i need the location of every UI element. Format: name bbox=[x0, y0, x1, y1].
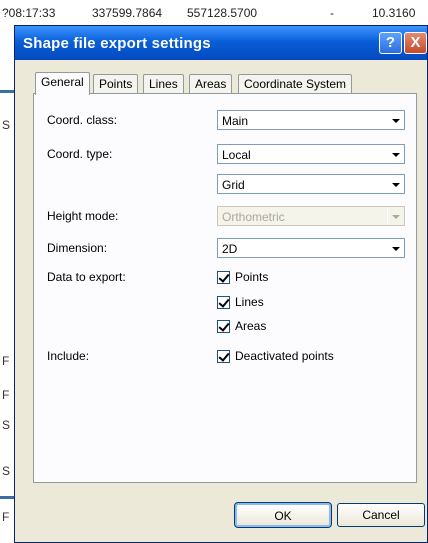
deactivated-points-label[interactable]: Deactivated points bbox=[235, 349, 334, 363]
bg-left-letter: S bbox=[2, 118, 11, 132]
include-label: Include: bbox=[47, 349, 90, 363]
coord-class-label: Coord. class: bbox=[47, 113, 118, 127]
chevron-down-icon bbox=[387, 208, 403, 224]
coord-type-value: Local bbox=[222, 148, 251, 162]
coord-class-select[interactable]: Main bbox=[217, 110, 405, 130]
bg-easting-cell: 337599.7864 bbox=[92, 6, 163, 20]
coord-subtype-select[interactable]: Grid bbox=[217, 174, 405, 194]
dialog-title: Shape file export settings bbox=[23, 35, 211, 52]
lines-checkbox[interactable] bbox=[217, 296, 230, 309]
lines-checkbox-label[interactable]: Lines bbox=[235, 295, 264, 309]
chevron-down-icon[interactable] bbox=[387, 240, 403, 256]
data-to-export-label: Data to export: bbox=[47, 270, 126, 284]
bg-left-letter: F bbox=[2, 510, 10, 524]
tab-areas[interactable]: Areas bbox=[189, 74, 233, 94]
height-mode-label: Height mode: bbox=[47, 209, 119, 223]
cancel-button[interactable]: Cancel bbox=[337, 503, 425, 527]
areas-checkbox[interactable] bbox=[217, 320, 230, 333]
bg-dash-cell: - bbox=[330, 6, 334, 20]
close-button[interactable]: X bbox=[404, 32, 427, 54]
bg-selection-bar bbox=[0, 496, 14, 499]
chevron-down-icon[interactable] bbox=[387, 176, 403, 192]
ok-button[interactable]: OK bbox=[234, 502, 332, 528]
dimension-select[interactable]: 2D bbox=[217, 238, 405, 258]
coord-type-select[interactable]: Local bbox=[217, 144, 405, 164]
points-checkbox[interactable] bbox=[217, 271, 230, 284]
shape-export-dialog: Shape file export settings ? X General P… bbox=[14, 25, 428, 543]
bg-time-cell: ?08:17:33 bbox=[2, 6, 56, 20]
bg-left-letter: S bbox=[2, 418, 11, 432]
coord-subtype-value: Grid bbox=[222, 178, 245, 192]
help-icon: ? bbox=[385, 34, 396, 51]
bg-northing-cell: 557128.5700 bbox=[187, 6, 258, 20]
bg-left-letter: F bbox=[2, 388, 10, 402]
height-mode-select: Orthometric bbox=[217, 206, 405, 226]
deactivated-points-checkbox[interactable] bbox=[217, 350, 230, 363]
areas-checkbox-label[interactable]: Areas bbox=[235, 319, 266, 333]
tab-general[interactable]: General bbox=[35, 72, 90, 95]
tab-lines[interactable]: Lines bbox=[143, 74, 184, 94]
bg-left-letter: F bbox=[2, 354, 10, 368]
bg-left-letter: S bbox=[2, 464, 11, 478]
close-icon: X bbox=[410, 34, 421, 51]
dialog-titlebar[interactable]: Shape file export settings ? X bbox=[15, 26, 427, 60]
height-mode-value: Orthometric bbox=[222, 210, 285, 224]
tab-coordinate-system[interactable]: Coordinate System bbox=[238, 74, 353, 94]
points-checkbox-label[interactable]: Points bbox=[235, 270, 268, 284]
bg-selection-bar bbox=[0, 90, 14, 93]
help-button[interactable]: ? bbox=[379, 32, 402, 54]
coord-type-label: Coord. type: bbox=[47, 147, 113, 161]
tab-points[interactable]: Points bbox=[93, 74, 139, 94]
bg-height-cell: 10.3160 bbox=[372, 6, 416, 20]
chevron-down-icon[interactable] bbox=[387, 146, 403, 162]
background-table-row: ?08:17:33 337599.7864 557128.5700 - 10.3… bbox=[0, 0, 428, 24]
dimension-label: Dimension: bbox=[47, 241, 108, 255]
coord-class-value: Main bbox=[222, 114, 249, 128]
chevron-down-icon[interactable] bbox=[387, 112, 403, 128]
general-tab-panel: Coord. class: Main Coord. type: Local Gr… bbox=[33, 93, 417, 483]
dimension-value: 2D bbox=[222, 242, 238, 256]
